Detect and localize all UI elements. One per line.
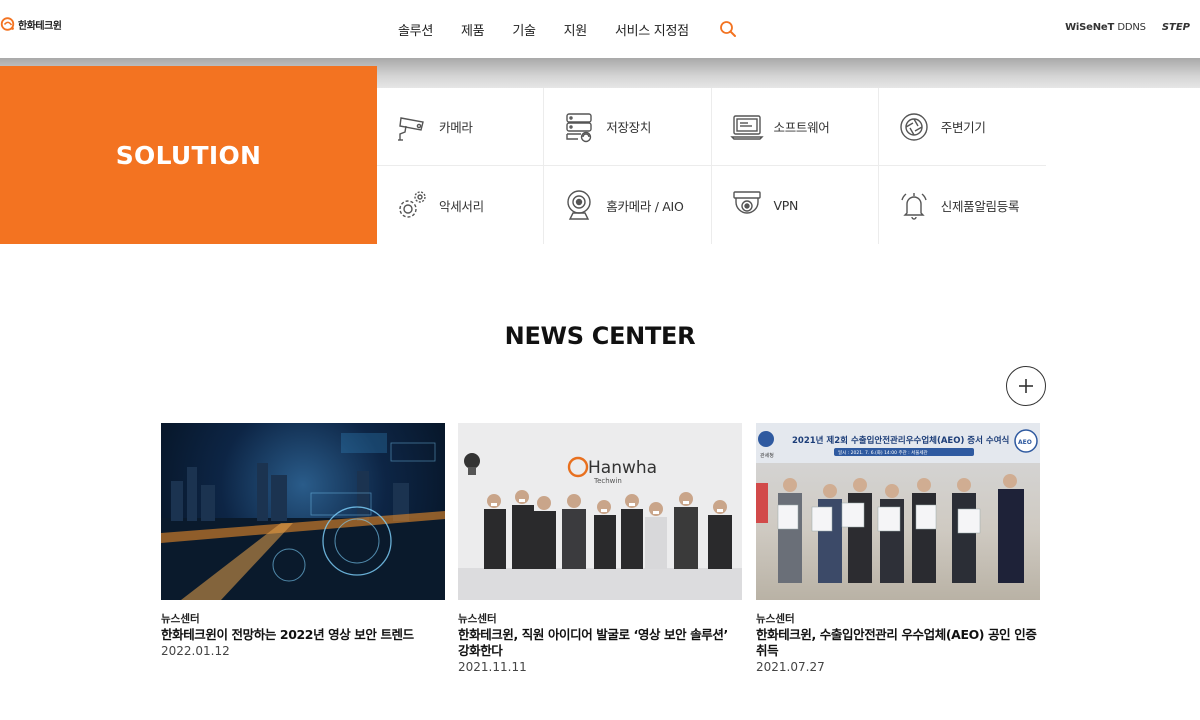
nav-item-support[interactable]: 지원 bbox=[564, 20, 588, 39]
solution-title: SOLUTION bbox=[115, 140, 262, 170]
cctv-camera-icon bbox=[398, 116, 424, 141]
wisenet-ddns-link[interactable]: WiSeNeT DDNS bbox=[1065, 22, 1146, 33]
hanwha-logo[interactable]: 한화테크윈 bbox=[0, 16, 62, 32]
brand-links: WiSeNeT DDNS STEP bbox=[1065, 22, 1190, 33]
news-date: 2021.07.27 bbox=[756, 660, 825, 674]
news-headline[interactable]: 한화테크윈, 수출입안전관리 우수업체(AEO) 공인 인증 취득 bbox=[756, 627, 1040, 659]
news-thumbnail-team[interactable]: Hanwha Techwin bbox=[458, 423, 742, 600]
news-category: 뉴스센터 bbox=[161, 613, 200, 625]
techwin-wall-logo: Techwin bbox=[593, 477, 622, 485]
solution-banner: SOLUTION bbox=[0, 66, 377, 244]
solution-item-accessories[interactable]: 악세서리 bbox=[377, 166, 545, 244]
solution-menu: 카메라 저장장치 소프트웨어 주변기기 악세서리 홈카메라 / AIO VPN … bbox=[377, 88, 1046, 244]
logo-text: 한화테크윈 bbox=[18, 20, 62, 32]
solution-item-new-product-alert[interactable]: 신제품알림등록 bbox=[879, 166, 1046, 244]
customs-seal-text: 관세청 bbox=[760, 452, 774, 459]
news-category: 뉴스센터 bbox=[458, 613, 497, 625]
hanwha-logo-icon bbox=[0, 17, 15, 31]
solution-label: 홈카메라 / AIO bbox=[606, 198, 684, 214]
nav-item-technology[interactable]: 기술 bbox=[512, 20, 536, 39]
news-date: 2021.11.11 bbox=[458, 660, 527, 674]
city-night-image bbox=[161, 433, 445, 600]
solution-label: 주변기기 bbox=[940, 120, 986, 135]
software-monitor-icon bbox=[729, 114, 764, 140]
team-photo-image: Hanwha Techwin bbox=[458, 423, 742, 600]
hanwha-wall-logo: Hanwha bbox=[588, 458, 657, 478]
news-thumbnail-award[interactable]: 관세청 2021년 제2회 수출입안전관리우수업체(AEO) 증서 수여식 일시… bbox=[756, 423, 1040, 600]
plus-icon bbox=[1019, 379, 1033, 393]
solution-item-home-camera[interactable]: 홈카메라 / AIO bbox=[544, 166, 712, 244]
news-thumbnail-city[interactable] bbox=[161, 423, 445, 600]
solution-item-peripherals[interactable]: 주변기기 bbox=[878, 88, 1046, 166]
dome-camera-icon bbox=[732, 191, 761, 214]
ddns-text: DDNS bbox=[1117, 22, 1146, 33]
news-card[interactable]: 뉴스센터 한화테크윈이 전망하는 2022년 영상 보안 트렌드 2022.01… bbox=[161, 423, 445, 658]
solution-item-camera[interactable]: 카메라 bbox=[377, 88, 545, 166]
award-subtext: 일시 : 2021. 7. 6.(화) 14:00 주관 : 서울세관 bbox=[838, 449, 928, 456]
solution-label: 카메라 bbox=[439, 120, 473, 135]
news-date: 2022.01.12 bbox=[161, 644, 230, 658]
bell-icon bbox=[901, 193, 927, 220]
storage-server-icon bbox=[566, 112, 592, 142]
news-more-button[interactable] bbox=[1006, 366, 1046, 406]
news-center-title: NEWS CENTER bbox=[504, 322, 696, 350]
news-headline[interactable]: 한화테크윈이 전망하는 2022년 영상 보안 트렌드 bbox=[161, 627, 445, 643]
award-banner-text: 2021년 제2회 수출입안전관리우수업체(AEO) 증서 수여식 bbox=[792, 435, 1009, 446]
webcam-icon bbox=[567, 190, 591, 220]
lens-peripheral-icon bbox=[900, 112, 928, 141]
step-link[interactable]: STEP bbox=[1162, 22, 1190, 33]
news-category: 뉴스센터 bbox=[756, 613, 795, 625]
news-card[interactable]: Hanwha Techwin 뉴스센터 한화테크윈, 직원 아이디어 발굴로 ‘… bbox=[458, 423, 742, 674]
nav-item-service-center[interactable]: 서비스 지정점 bbox=[615, 20, 689, 39]
nav-item-products[interactable]: 제품 bbox=[461, 20, 485, 39]
site-header: 한화테크윈 솔루션 제품 기술 지원 서비스 지정점 WiSeNeT DDNS … bbox=[0, 0, 1200, 58]
main-nav: 솔루션 제품 기술 지원 서비스 지정점 bbox=[398, 20, 737, 39]
solution-label: 소프트웨어 bbox=[773, 120, 830, 135]
solution-label: 신제품알림등록 bbox=[940, 198, 1020, 214]
solution-label: VPN bbox=[773, 197, 799, 213]
award-ceremony-image: 관세청 2021년 제2회 수출입안전관리우수업체(AEO) 증서 수여식 일시… bbox=[756, 423, 1040, 583]
news-card[interactable]: 관세청 2021년 제2회 수출입안전관리우수업체(AEO) 증서 수여식 일시… bbox=[756, 423, 1040, 674]
aeo-seal-text: AEO bbox=[1018, 439, 1032, 446]
nav-item-solution[interactable]: 솔루션 bbox=[398, 20, 433, 39]
solution-label: 악세서리 bbox=[439, 198, 484, 214]
solution-item-vpn[interactable]: VPN bbox=[712, 166, 879, 244]
news-headline[interactable]: 한화테크윈, 직원 아이디어 발굴로 ‘영상 보안 솔루션’ 강화한다 bbox=[458, 627, 742, 659]
gears-icon bbox=[399, 191, 426, 218]
solution-item-software[interactable]: 소프트웨어 bbox=[711, 88, 879, 166]
solution-item-storage[interactable]: 저장장치 bbox=[544, 88, 712, 166]
search-icon[interactable] bbox=[719, 20, 737, 38]
wisenet-logo-text: WiSeNeT bbox=[1065, 22, 1115, 33]
solution-label: 저장장치 bbox=[606, 120, 652, 135]
